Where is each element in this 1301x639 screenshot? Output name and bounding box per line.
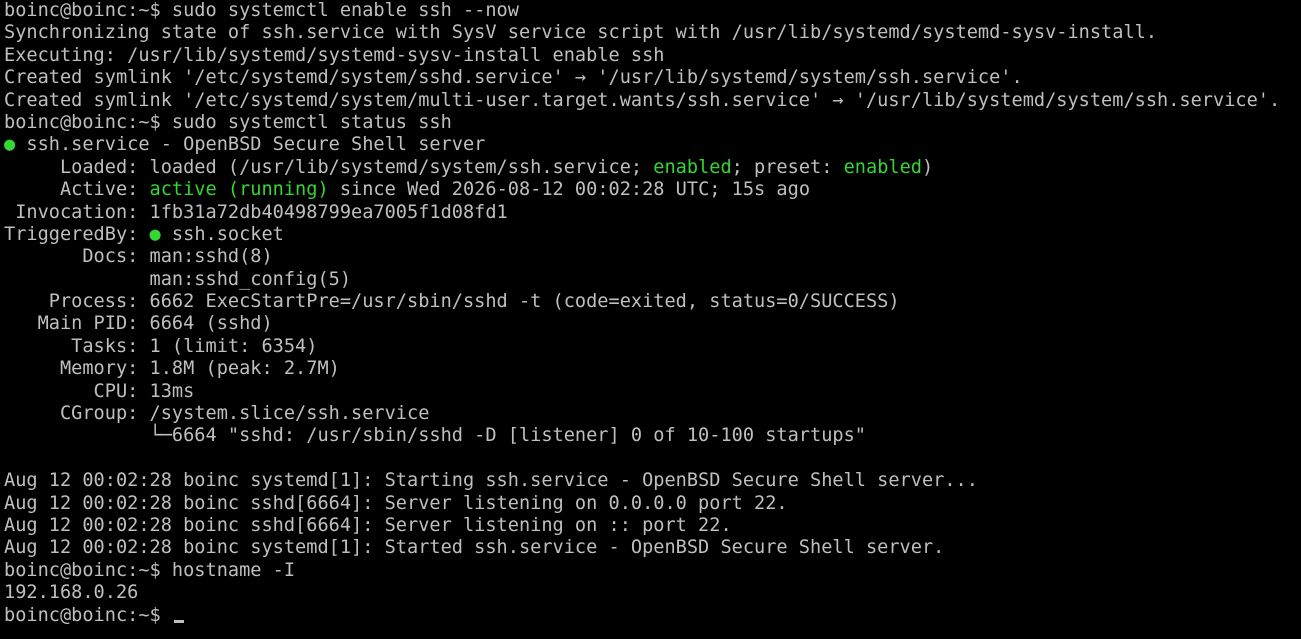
terminal-text: Main PID: 6664 (sshd): [4, 313, 273, 335]
terminal-text: Tasks: 1 (limit: 6354): [4, 335, 318, 357]
terminal-line: └─6664 "sshd: /usr/sbin/sshd -D [listene…: [4, 425, 1297, 447]
terminal-text: Executing: /usr/lib/systemd/systemd-sysv…: [4, 44, 665, 66]
terminal-line: boinc@boinc:~$ sudo systemctl enable ssh…: [4, 0, 1297, 22]
text-cursor: [173, 619, 184, 623]
terminal-text: CPU: 13ms: [4, 380, 195, 402]
terminal-text: Synchronizing state of ssh.service with …: [4, 22, 1158, 44]
status-dot-icon: ●: [4, 134, 16, 156]
terminal-text: since Wed 2026-08-12 00:02:28 UTC; 15s a…: [328, 179, 811, 201]
terminal-text: CGroup: /system.slice/ssh.service: [4, 403, 430, 425]
terminal-text: Aug 12 00:02:28 boinc sshd[6664]: Server…: [4, 492, 788, 514]
terminal-text: Loaded: loaded (/usr/lib/systemd/system/…: [4, 156, 654, 178]
terminal-text: Aug 12 00:02:28 boinc sshd[6664]: Server…: [4, 514, 732, 536]
terminal-line: Memory: 1.8M (peak: 2.7M): [4, 358, 1297, 380]
terminal-text: ssh.socket: [160, 223, 284, 245]
terminal-line: CGroup: /system.slice/ssh.service: [4, 403, 1297, 425]
terminal-text: ssh.service - OpenBSD Secure Shell serve…: [15, 134, 486, 156]
terminal-line: ● ssh.service - OpenBSD Secure Shell ser…: [4, 134, 1297, 156]
terminal-text: Created symlink '/etc/systemd/system/ssh…: [4, 67, 1023, 89]
terminal-text: boinc@boinc:~$ hostname -I: [4, 559, 296, 581]
terminal-text: TriggeredBy:: [4, 223, 150, 245]
terminal-text: boinc@boinc:~$ sudo systemctl enable ssh…: [4, 0, 519, 21]
terminal-line: boinc@boinc:~$ sudo systemctl status ssh: [4, 112, 1297, 134]
terminal-line: Created symlink '/etc/systemd/system/ssh…: [4, 67, 1297, 89]
terminal-text: Memory: 1.8M (peak: 2.7M): [4, 358, 340, 380]
terminal-line: CPU: 13ms: [4, 381, 1297, 403]
terminal-text: Aug 12 00:02:28 boinc systemd[1]: Starti…: [4, 470, 978, 492]
terminal-line: Created symlink '/etc/systemd/system/mul…: [4, 90, 1297, 112]
terminal-line: Docs: man:sshd(8): [4, 246, 1297, 268]
terminal-text: 192.168.0.26: [4, 582, 139, 604]
window-edge: [1297, 0, 1301, 639]
terminal-line: TriggeredBy: ● ssh.socket: [4, 224, 1297, 246]
terminal-text: active (running): [149, 179, 329, 201]
terminal-line: Aug 12 00:02:28 boinc sshd[6664]: Server…: [4, 515, 1297, 537]
terminal-line: Loaded: loaded (/usr/lib/systemd/system/…: [4, 157, 1297, 179]
terminal-text: enabled: [653, 156, 732, 178]
terminal-text: man:sshd_config(5): [4, 268, 352, 290]
terminal-text: boinc@boinc:~$ sudo systemctl status ssh: [4, 111, 452, 133]
terminal-output[interactable]: boinc@boinc:~$ sudo systemctl enable ssh…: [4, 0, 1297, 639]
terminal-text: Invocation: 1fb31a72db40498799ea7005f1d0…: [4, 201, 508, 223]
terminal-line: Process: 6662 ExecStartPre=/usr/sbin/ssh…: [4, 291, 1297, 313]
terminal-text: Aug 12 00:02:28 boinc systemd[1]: Starte…: [4, 537, 945, 559]
terminal-line: Tasks: 1 (limit: 6354): [4, 336, 1297, 358]
terminal-line: Aug 12 00:02:28 boinc systemd[1]: Starte…: [4, 537, 1297, 559]
terminal-text: └─6664 "sshd: /usr/sbin/sshd -D [listene…: [4, 425, 866, 447]
terminal-line: boinc@boinc:~$: [4, 605, 1297, 627]
terminal-line: Active: active (running) since Wed 2026-…: [4, 179, 1297, 201]
terminal-text: Docs: man:sshd(8): [4, 246, 273, 268]
terminal-text: Created symlink '/etc/systemd/system/mul…: [4, 89, 1281, 111]
terminal-line: man:sshd_config(5): [4, 269, 1297, 291]
terminal-text: Process: 6662 ExecStartPre=/usr/sbin/ssh…: [4, 291, 900, 313]
terminal-line: Main PID: 6664 (sshd): [4, 313, 1297, 335]
terminal-line: Invocation: 1fb31a72db40498799ea7005f1d0…: [4, 202, 1297, 224]
terminal-line: Synchronizing state of ssh.service with …: [4, 22, 1297, 44]
terminal-text: enabled: [843, 156, 922, 178]
terminal-line: boinc@boinc:~$ hostname -I: [4, 560, 1297, 582]
terminal-line: 192.168.0.26: [4, 582, 1297, 604]
terminal-text: ): [921, 156, 934, 178]
status-dot-icon: ●: [149, 223, 161, 245]
terminal-line: Aug 12 00:02:28 boinc systemd[1]: Starti…: [4, 470, 1297, 492]
terminal-line: Aug 12 00:02:28 boinc sshd[6664]: Server…: [4, 493, 1297, 515]
terminal-text: boinc@boinc:~$: [4, 604, 172, 626]
terminal-text: Active:: [4, 179, 150, 201]
terminal-line: Executing: /usr/lib/systemd/systemd-sysv…: [4, 45, 1297, 67]
terminal-text: ; preset:: [731, 156, 844, 178]
